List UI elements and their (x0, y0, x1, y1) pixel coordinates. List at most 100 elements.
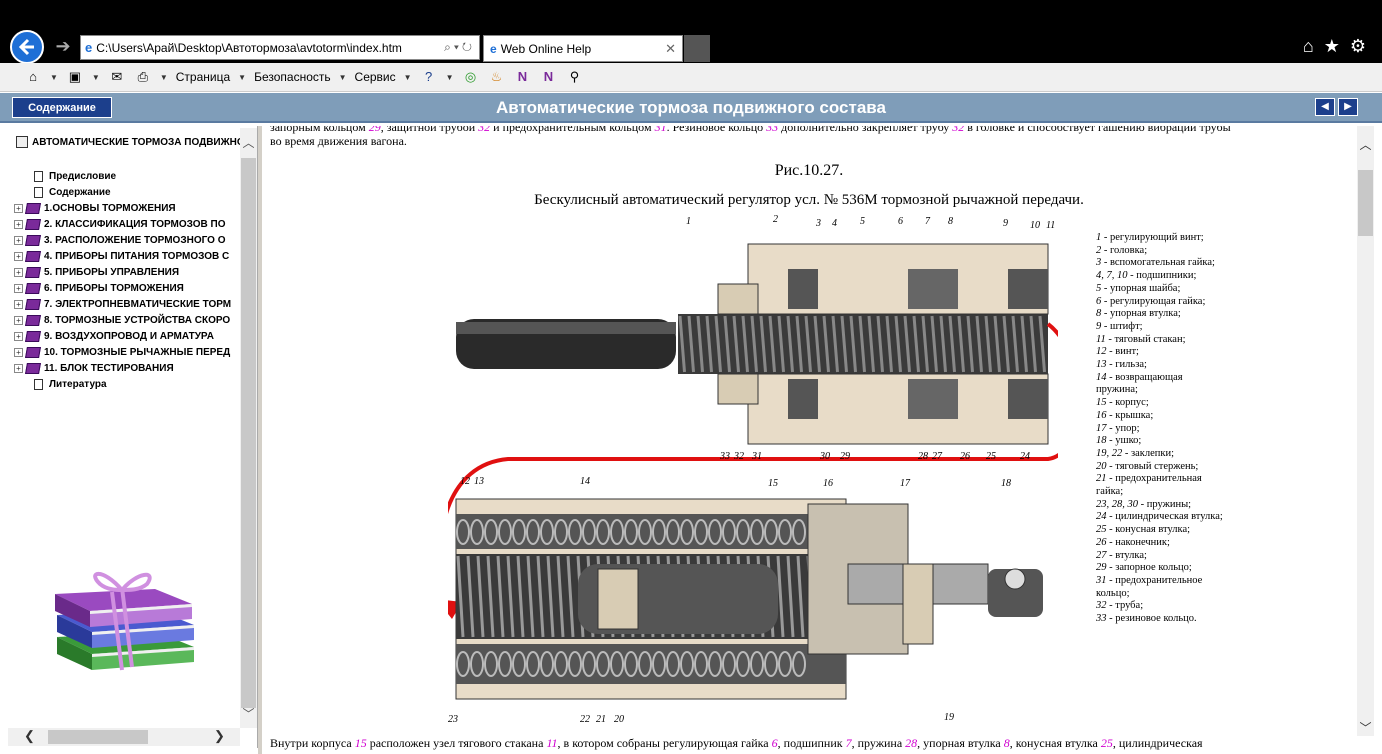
book-icon (25, 250, 41, 262)
chevron-down-icon[interactable]: ▼ (160, 73, 168, 82)
legend-entry: 8 - упорная втулка; (1096, 308, 1226, 321)
expand-icon[interactable]: + (14, 299, 23, 309)
chevron-down-icon[interactable]: ▼ (50, 73, 58, 82)
chevron-down-icon[interactable]: ▼ (238, 73, 246, 82)
legend-text: - винт; (1106, 346, 1139, 358)
settings-gear-icon[interactable]: ⚙ (1350, 36, 1366, 57)
toc-item[interactable]: +1.ОСНОВЫ ТОРМОЖЕНИЯ (14, 200, 244, 216)
legend-text: - упорная шайба; (1101, 282, 1181, 294)
part-ref: 32 (952, 126, 965, 134)
java-icon[interactable]: ♨ (487, 69, 505, 85)
forward-button[interactable]: ➔ (52, 36, 74, 56)
toc-item[interactable]: Содержание (14, 184, 244, 200)
legend-number: 33 (1096, 613, 1107, 625)
part-label: 13 (474, 476, 484, 487)
scroll-up-icon[interactable]: ︿ (240, 134, 257, 151)
chevron-down-icon[interactable]: ▼ (92, 73, 100, 82)
chevron-down-icon[interactable]: ▼ (446, 73, 454, 82)
toc-item[interactable]: +9. ВОЗДУХОПРОВОД И АРМАТУРА (14, 328, 244, 344)
toc-vertical-scrollbar[interactable]: ︿ ﹀ (240, 128, 257, 728)
toc-item[interactable]: +8. ТОРМОЗНЫЕ УСТРОЙСТВА СКОРО (14, 312, 244, 328)
expand-icon[interactable]: + (14, 347, 23, 357)
toc-hscroll-thumb[interactable] (48, 730, 148, 744)
mail-icon[interactable]: ✉ (108, 69, 126, 85)
home-icon[interactable]: ⌂ (1303, 36, 1314, 57)
legend-text: - заклепки; (1122, 447, 1175, 459)
legend-number: 21 (1096, 473, 1107, 485)
chevron-down-icon[interactable]: ▼ (339, 73, 347, 82)
text-run: и предохранительным кольцом (490, 126, 655, 134)
scroll-left-icon[interactable]: ❮ (24, 728, 35, 744)
part-ref: 32 (478, 126, 491, 134)
part-label: 25 (986, 451, 996, 462)
chevron-down-icon[interactable]: ▼ (404, 73, 412, 82)
menu-page[interactable]: Страница (176, 70, 230, 84)
expand-icon[interactable]: + (14, 267, 23, 277)
toc-item[interactable]: +11. БЛОК ТЕСТИРОВАНИЯ (14, 360, 244, 376)
menu-tools[interactable]: Сервис (355, 70, 396, 84)
legend-text: - предохранительное кольцо; (1096, 574, 1203, 599)
text-run: Внутри корпуса (270, 736, 355, 750)
address-text[interactable]: C:\Users\Арай\Desktop\Автотормоза\avtoto… (96, 41, 444, 55)
contents-button[interactable]: Содержание (12, 97, 112, 118)
text-run: дополнительно закрепляет трубу (778, 126, 953, 134)
toc-item-label: 4. ПРИБОРЫ ПИТАНИЯ ТОРМОЗОВ С (44, 250, 230, 262)
toc-item[interactable]: +10. ТОРМОЗНЫЕ РЫЧАЖНЫЕ ПЕРЕД (14, 344, 244, 360)
legend-number: 20 (1096, 460, 1107, 472)
expand-icon[interactable]: + (14, 331, 23, 341)
onenote-icon[interactable]: N (513, 69, 531, 85)
next-topic-button[interactable]: ▶ (1338, 98, 1358, 116)
menu-security[interactable]: Безопасность (254, 70, 331, 84)
toc-scroll-thumb[interactable] (241, 158, 256, 708)
part-label: 22 (580, 714, 590, 724)
content-vertical-scrollbar[interactable]: ︿ ﹀ (1357, 126, 1374, 736)
print-icon[interactable]: ⎙ (134, 69, 152, 85)
ie-page-icon: e (85, 40, 93, 55)
toc-item[interactable]: +6. ПРИБОРЫ ТОРМОЖЕНИЯ (14, 280, 244, 296)
scroll-down-icon[interactable]: ﹀ (1357, 719, 1374, 736)
legend-text: - регулирующая гайка; (1101, 295, 1206, 307)
ie-tab-icon: e (490, 41, 497, 56)
scroll-right-icon[interactable]: ❯ (214, 728, 225, 744)
address-bar[interactable]: e C:\Users\Арай\Desktop\Автотормоза\avto… (80, 35, 480, 60)
browser-tab[interactable]: e Web Online Help ✕ (483, 35, 683, 62)
back-button[interactable] (10, 30, 44, 64)
expand-icon[interactable]: + (14, 315, 23, 325)
favorites-star-icon[interactable]: ★ (1324, 36, 1340, 57)
toc-root[interactable]: АВТОМАТИЧЕСКИЕ ТОРМОЗА ПОДВИЖНО (16, 136, 245, 148)
toc-item[interactable]: Литература (14, 376, 244, 392)
scroll-down-icon[interactable]: ﹀ (240, 705, 257, 722)
toc-item[interactable]: +3. РАСПОЛОЖЕНИЕ ТОРМОЗНОГО О (14, 232, 244, 248)
expand-icon[interactable]: + (14, 363, 23, 373)
toc-item[interactable]: +7. ЭЛЕКТРОПНЕВМАТИЧЕСКИЕ ТОРМ (14, 296, 244, 312)
content-scroll-thumb[interactable] (1358, 170, 1373, 236)
legend-entry: 3 - вспомогательная гайка; (1096, 257, 1226, 270)
expand-icon[interactable]: + (14, 251, 23, 261)
expand-icon[interactable]: + (14, 219, 23, 229)
legend-text: - головка; (1101, 244, 1148, 256)
toc-item[interactable]: +2. КЛАССИФИКАЦИЯ ТОРМОЗОВ ПО (14, 216, 244, 232)
toc-item[interactable]: Предисловие (14, 168, 244, 184)
expand-icon[interactable]: + (14, 235, 23, 245)
feeds-icon[interactable]: ▣ (66, 69, 84, 85)
close-tab-icon[interactable]: ✕ (665, 41, 676, 57)
legend-number: 16 (1096, 409, 1107, 421)
toc-item[interactable]: +4. ПРИБОРЫ ПИТАНИЯ ТОРМОЗОВ С (14, 248, 244, 264)
search-refresh-icons[interactable]: ⌕▾↻ (444, 40, 475, 55)
part-ref: 25 (1100, 736, 1113, 750)
research-icon[interactable]: ⚲ (565, 69, 583, 85)
part-ref: 28 (905, 736, 918, 750)
scroll-up-icon[interactable]: ︿ (1357, 136, 1374, 153)
expand-icon[interactable]: + (14, 283, 23, 293)
home-icon[interactable]: ⌂ (24, 69, 42, 85)
prev-topic-button[interactable]: ◀ (1315, 98, 1335, 116)
new-tab-button[interactable] (684, 35, 710, 62)
addon-icon[interactable]: ◎ (461, 69, 479, 85)
text-run: во время движения вагона. (270, 134, 407, 148)
toc-item[interactable]: +5. ПРИБОРЫ УПРАВЛЕНИЯ (14, 264, 244, 280)
legend-text: - резиновое кольцо. (1106, 613, 1197, 625)
toc-horizontal-scrollbar[interactable]: ❮ ❯ (8, 728, 240, 746)
help-icon[interactable]: ? (420, 69, 438, 85)
onenote-linked-icon[interactable]: N (539, 69, 557, 85)
expand-icon[interactable]: + (14, 203, 23, 213)
